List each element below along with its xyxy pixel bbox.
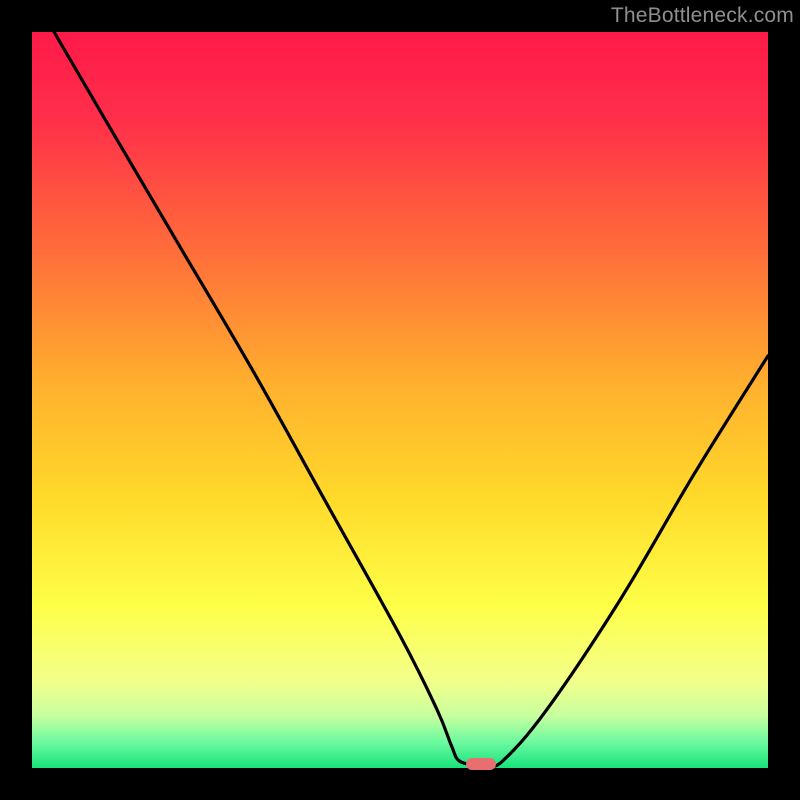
bottleneck-curve bbox=[32, 32, 768, 768]
plot-area bbox=[32, 32, 768, 768]
watermark-text: TheBottleneck.com bbox=[611, 4, 794, 28]
chart-frame: TheBottleneck.com bbox=[0, 0, 800, 800]
optimal-marker bbox=[466, 758, 496, 770]
